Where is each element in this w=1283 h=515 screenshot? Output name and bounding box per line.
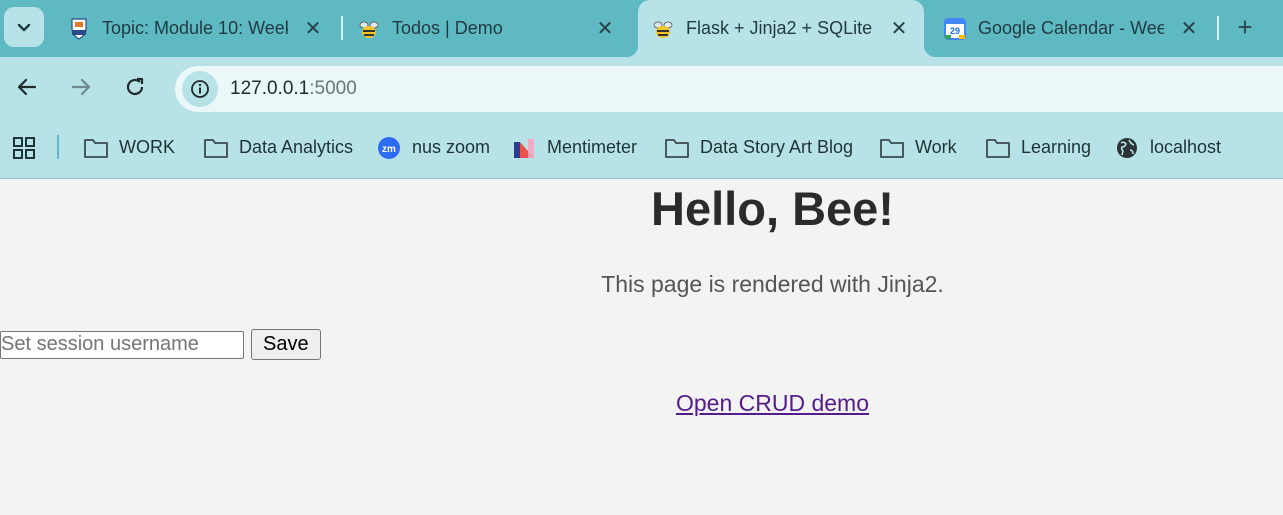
calendar-icon: 29 (944, 17, 966, 40)
zoom-icon: zm (376, 135, 402, 161)
apps-button[interactable] (12, 117, 36, 178)
close-icon[interactable]: ✕ (888, 17, 910, 40)
tab-title: Google Calendar - Wee (978, 18, 1164, 38)
bee-icon (652, 18, 674, 40)
url-host: 127.0.0.1 (230, 78, 310, 99)
bookmarks-divider (57, 135, 59, 159)
globe-icon (1114, 135, 1140, 161)
bookmark-label: Data Story Art Blog (700, 137, 854, 157)
page-subtitle: This page is rendered with Jinja2. (601, 271, 944, 297)
nus-logo-icon (68, 17, 90, 40)
bookmark-label: nus zoom (412, 137, 491, 157)
new-tab-button[interactable]: + (1232, 14, 1258, 40)
apps-grid-icon (13, 136, 35, 159)
bookmark-label: WORK (119, 137, 175, 157)
close-icon[interactable]: ✕ (1178, 17, 1200, 40)
bookmark-label: Work (915, 137, 957, 157)
plus-icon: + (1237, 12, 1253, 42)
tab-title: Topic: Module 10: Week (102, 18, 288, 38)
tab-separator (341, 16, 343, 40)
bookmark-localhost[interactable]: localhost (1114, 117, 1221, 178)
browser-toolbar: 127.0.0.1:5000 (0, 57, 1283, 117)
back-button[interactable] (14, 74, 40, 100)
username-input[interactable] (0, 330, 244, 359)
bookmark-work-folder[interactable]: WORK (83, 117, 175, 178)
folder-icon (83, 135, 109, 161)
tab-google-calendar[interactable]: 29 Google Calendar - Wee ✕ (944, 0, 1200, 57)
bookmark-label: localhost (1150, 137, 1222, 157)
bookmark-learning[interactable]: Learning (985, 117, 1091, 178)
close-icon[interactable]: ✕ (302, 17, 324, 40)
tab-flask-active[interactable]: Flask + Jinja2 + SQLite ✕ (626, 0, 936, 57)
folder-icon (879, 135, 905, 161)
bookmark-data-analytics[interactable]: Data Analytics (203, 117, 353, 178)
tab-separator (1217, 16, 1219, 40)
tab-todos[interactable]: Todos | Demo ✕ (358, 0, 616, 57)
mentimeter-icon (511, 135, 537, 161)
open-crud-demo-link[interactable]: Open CRUD demo (676, 390, 869, 416)
forward-button[interactable] (68, 74, 94, 100)
save-button[interactable]: Save (251, 329, 321, 360)
tab-module10[interactable]: Topic: Module 10: Week ✕ (68, 0, 324, 57)
url-text: 127.0.0.1:5000 (230, 78, 357, 100)
url-port: :5000 (309, 78, 357, 99)
page-heading: Hello, Bee! (651, 182, 894, 235)
bookmark-work[interactable]: Work (879, 117, 957, 178)
info-icon (191, 80, 209, 98)
svg-text:zm: zm (382, 144, 396, 155)
folder-icon (203, 135, 229, 161)
tab-title: Todos | Demo (392, 18, 503, 38)
bookmark-nus-zoom[interactable]: zm nus zoom (376, 117, 490, 178)
folder-icon (985, 135, 1011, 161)
arrow-right-icon (71, 78, 91, 96)
username-form: Save (0, 329, 321, 360)
bookmark-mentimeter[interactable]: Mentimeter (511, 117, 637, 178)
address-bar[interactable]: 127.0.0.1:5000 (175, 66, 1283, 112)
folder-icon (664, 135, 690, 161)
bee-icon (358, 18, 380, 40)
tab-title: Flask + Jinja2 + SQLite (686, 18, 873, 38)
page-content: Hello, Bee! This page is rendered with J… (0, 179, 1283, 515)
arrow-left-icon (17, 78, 37, 96)
reload-icon (126, 77, 144, 96)
site-info-button[interactable] (182, 71, 218, 107)
tab-search-button[interactable] (4, 7, 44, 47)
bookmarks-bar: WORK Data Analytics zm nus zoom Mentimet… (0, 117, 1283, 179)
crud-link-container: Open CRUD demo (0, 390, 1283, 417)
reload-button[interactable] (122, 74, 148, 100)
chevron-down-icon (17, 23, 31, 32)
bookmark-label: Learning (1021, 137, 1092, 157)
svg-text:29: 29 (950, 26, 960, 36)
close-icon[interactable]: ✕ (594, 17, 616, 40)
tab-strip: Topic: Module 10: Week ✕ Todos | Demo ✕ … (0, 0, 1283, 57)
bookmark-data-story-art-blog[interactable]: Data Story Art Blog (664, 117, 853, 178)
bookmark-label: Mentimeter (547, 137, 638, 157)
bookmark-label: Data Analytics (239, 137, 354, 157)
